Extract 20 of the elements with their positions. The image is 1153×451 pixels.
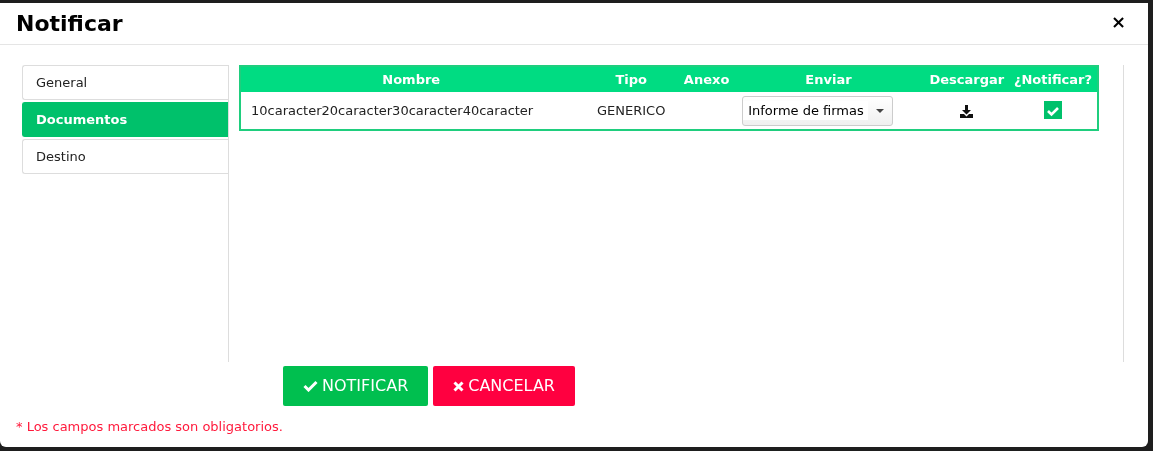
checkbox[interactable] [1043, 100, 1062, 119]
cancel-button[interactable]: CANCELAR [433, 366, 575, 406]
required-fields-note: * Los campos marcados son obligatorios. [16, 418, 284, 436]
check-icon [303, 380, 319, 392]
column-header: ¿Notificar? [1008, 66, 1098, 92]
table-cell: 10caracter20caracter30caracter40caracter [240, 92, 582, 130]
close-button[interactable]: × [1104, 13, 1132, 31]
send-select[interactable]: Informe de firmas [742, 95, 894, 126]
table-cell: GENERICO [581, 92, 681, 130]
close-icon [453, 380, 465, 392]
column-header: Tipo [581, 66, 681, 92]
column-header: Enviar [732, 66, 925, 92]
tab[interactable]: Destino [22, 139, 228, 174]
download-icon[interactable] [960, 104, 974, 118]
tab[interactable]: General [22, 65, 228, 100]
column-header: Anexo [681, 66, 733, 92]
column-header: Nombre [240, 66, 582, 92]
column-header: Descargar [924, 66, 1009, 92]
dialog-title: Notificar [16, 10, 123, 38]
caret-icon [876, 108, 885, 113]
